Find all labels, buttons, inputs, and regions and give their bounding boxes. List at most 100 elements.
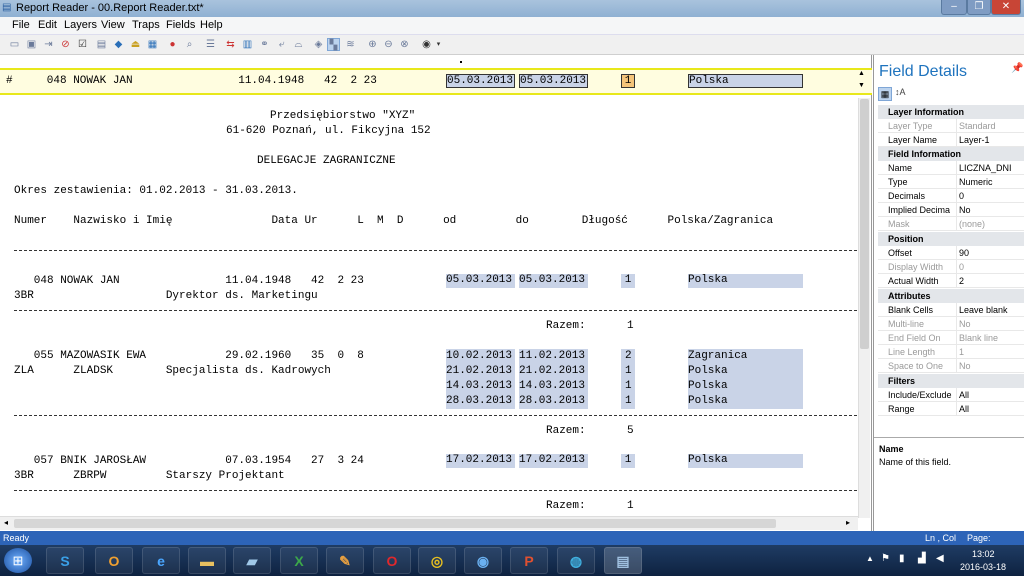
prop-layer-type[interactable]: Layer Type Standard [878, 119, 1024, 133]
section-layer-information[interactable]: Layer Information [878, 105, 1024, 119]
close-button[interactable]: ✕ [991, 0, 1021, 15]
new-icon[interactable]: ▭ [8, 38, 21, 51]
prop-implied-decimal[interactable]: Implied Decima No [878, 203, 1024, 217]
section-position[interactable]: Position [878, 232, 1024, 246]
link-icon[interactable]: ⚭ [258, 38, 271, 51]
network-app-icon[interactable]: ◉ [464, 547, 502, 574]
internet-explorer-icon[interactable]: e [142, 547, 180, 574]
section-filters[interactable]: Filters [878, 374, 1024, 388]
vertical-scrollbar[interactable] [858, 98, 870, 518]
grid-icon[interactable]: ▦ [146, 38, 159, 51]
prop-blank-cells[interactable]: Blank Cells Leave blank [878, 303, 1024, 317]
select-icon[interactable]: ▚ [327, 38, 340, 51]
chrome-icon[interactable]: ◎ [418, 547, 456, 574]
search-icon[interactable]: ⌕ [183, 38, 196, 51]
prop-mask[interactable]: Mask (none) [878, 217, 1024, 231]
restore-button[interactable]: ❐ [967, 0, 991, 15]
pin-icon[interactable]: 📌 [1011, 63, 1023, 74]
field-kraj[interactable]: Polska [688, 274, 803, 288]
signal-icon[interactable]: ▟ [918, 553, 926, 564]
menu-fields[interactable]: Fields [166, 19, 195, 31]
file-explorer-icon[interactable]: ▬ [188, 547, 226, 574]
prop-offset[interactable]: Offset 90 [878, 246, 1024, 260]
prop-range[interactable]: Range All [878, 402, 1024, 416]
trap-field-do[interactable]: 05.03.2013 [519, 74, 588, 88]
prop-decimals[interactable]: Decimals 0 [878, 189, 1024, 203]
field-dlugosc[interactable]: 1 [621, 274, 635, 288]
prop-end-field-on[interactable]: End Field On Blank line [878, 331, 1024, 345]
menu-file[interactable]: File [12, 19, 30, 31]
field-od[interactable]: 05.03.2013 [446, 274, 515, 288]
field-do[interactable]: 05.03.2013 [519, 274, 588, 288]
powerpoint-icon[interactable]: P [510, 547, 548, 574]
trap-row[interactable]: # 048 NOWAK JAN 11.04.1948 42 2 23 05.03… [0, 68, 872, 95]
sort-az-icon[interactable]: ↕A [895, 87, 906, 97]
menu-layers[interactable]: Layers [64, 19, 97, 31]
outlook-icon[interactable]: O [95, 547, 133, 574]
checkbox-icon[interactable]: ☑ [76, 38, 89, 51]
tray-expand-icon[interactable]: ▲ [866, 554, 874, 563]
field-icon[interactable]: ▤ [95, 38, 108, 51]
horizontal-scrollbar[interactable]: ◂ ▸ [0, 516, 858, 530]
field-od[interactable]: 17.02.2013 [446, 454, 515, 468]
categorized-icon[interactable]: ▦ [878, 87, 892, 101]
fields-icon[interactable]: ▥ [241, 38, 254, 51]
rows-icon[interactable]: ☰ [204, 38, 217, 51]
start-button[interactable]: ⊞ [4, 548, 32, 573]
prop-name[interactable]: Name LICZNA_DNI [878, 161, 1024, 175]
menu-traps[interactable]: Traps [132, 19, 160, 31]
trap-field-kraj[interactable]: Polska [688, 74, 803, 88]
prop-type[interactable]: Type Numeric [878, 175, 1024, 189]
trap-field-od[interactable]: 05.03.2013 [446, 74, 515, 88]
stop-icon[interactable]: ⊘ [59, 38, 72, 51]
field-kraj[interactable]: Polska [688, 454, 803, 468]
volume-icon[interactable]: ◀ [936, 553, 944, 564]
section-attributes[interactable]: Attributes [878, 289, 1024, 303]
clock-time[interactable]: 13:02 [972, 549, 995, 559]
scroll-left-icon[interactable]: ◂ [4, 518, 8, 527]
minimize-button[interactable]: – [941, 0, 967, 15]
field-do[interactable]: 17.02.2013 [519, 454, 588, 468]
prop-actual-width[interactable]: Actual Width 2 [878, 274, 1024, 288]
prop-multi-line[interactable]: Multi-line No [878, 317, 1024, 331]
field-dlugosc[interactable]: 1 [621, 454, 635, 468]
zoom-out-icon[interactable]: ⊖ [382, 38, 395, 51]
battery-icon[interactable]: ▮ [899, 553, 905, 564]
layer-icon[interactable]: ⏏ [129, 38, 142, 51]
prop-space-to-one[interactable]: Space to One No [878, 359, 1024, 373]
trap-scroll-up-icon[interactable]: ▲ [858, 70, 865, 77]
firefox-icon[interactable]: ◍ [557, 547, 595, 574]
menu-edit[interactable]: Edit [38, 19, 57, 31]
trap-field-dlugosc[interactable]: 1 [621, 74, 635, 88]
paint-icon[interactable]: ✎ [326, 547, 364, 574]
clock-date[interactable]: 2016-03-18 [960, 562, 1006, 572]
report-reader-task-icon[interactable]: ▤ [604, 547, 642, 574]
wrap-icon[interactable]: ⤶ [275, 38, 288, 51]
layers-icon[interactable]: ◈ [312, 38, 325, 51]
zoom-in-icon[interactable]: ⊕ [366, 38, 379, 51]
stack-icon[interactable]: ≋ [344, 38, 357, 51]
menu-view[interactable]: View [101, 19, 125, 31]
trap-icon[interactable]: ● [166, 38, 179, 51]
insert-icon[interactable]: ⇥ [42, 38, 55, 51]
section-field-information[interactable]: Field Information [878, 147, 1024, 161]
shape-icon[interactable]: ⌓ [292, 38, 305, 51]
notepad-icon[interactable]: ▰ [233, 547, 271, 574]
skype-icon[interactable]: S [46, 547, 84, 574]
dropdown-arrow-icon[interactable]: ▾ [432, 38, 445, 51]
horizontal-scroll-thumb[interactable] [14, 519, 776, 528]
opera-icon[interactable]: O [373, 547, 411, 574]
zoom-fit-icon[interactable]: ⊗ [398, 38, 411, 51]
diamond-icon[interactable]: ◆ [112, 38, 125, 51]
trap-scroll-down-icon[interactable]: ▼ [858, 82, 865, 89]
prop-line-length[interactable]: Line Length 1 [878, 345, 1024, 359]
flag-icon[interactable]: ⚑ [881, 553, 890, 564]
excel-icon[interactable]: X [280, 547, 318, 574]
scroll-right-icon[interactable]: ▸ [846, 518, 850, 527]
prop-layer-name[interactable]: Layer Name Layer-1 [878, 133, 1024, 147]
prop-display-width[interactable]: Display Width 0 [878, 260, 1024, 274]
save-icon[interactable]: ▣ [25, 38, 38, 51]
menu-help[interactable]: Help [200, 19, 223, 31]
vertical-scroll-thumb[interactable] [860, 99, 869, 349]
prop-include-exclude[interactable]: Include/Exclude All [878, 388, 1024, 402]
